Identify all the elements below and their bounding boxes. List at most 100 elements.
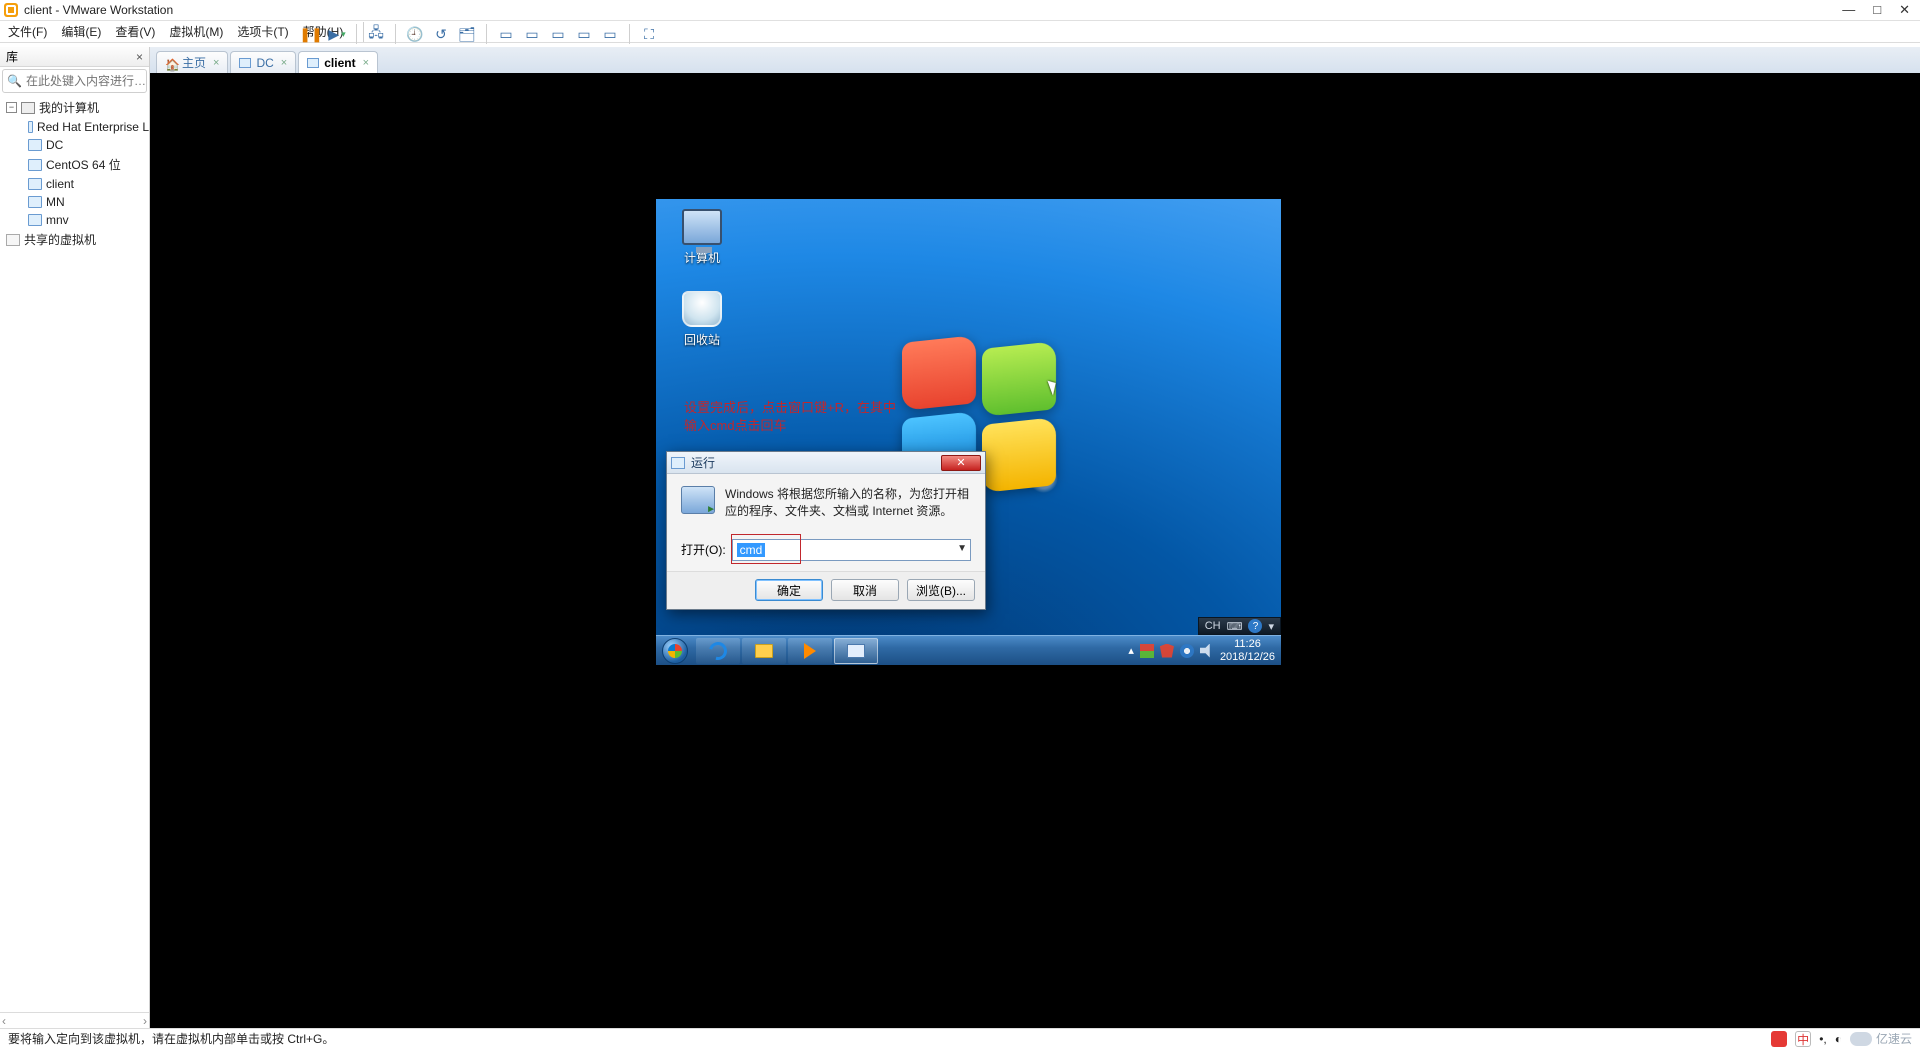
sidebar-close-button[interactable]: × (136, 50, 143, 64)
open-value: cmd (737, 543, 766, 557)
tree-item-redhat[interactable]: Red Hat Enterprise L (26, 118, 149, 136)
host-statusbar: 要将输入定向到该虚拟机，请在虚拟机内部单击或按 Ctrl+G。 中 •, ◐ 亿… (0, 1028, 1920, 1048)
fullscreen-button[interactable]: ⛶ (638, 23, 660, 45)
ok-button[interactable]: 确定 (755, 579, 823, 601)
tree-shared-vms[interactable]: 共享的虚拟机 (4, 229, 149, 250)
langbar-options-icon[interactable]: ▾ (1268, 620, 1274, 633)
taskbar-ie[interactable] (696, 638, 740, 664)
snapshot-manager-button[interactable]: 🗂 (456, 23, 478, 45)
desktop-icon-computer[interactable]: 计算机 (672, 209, 732, 266)
run-titlebar[interactable]: 运行 ✕ (667, 452, 985, 474)
view-thumbnail-button[interactable]: ▭ (547, 23, 569, 45)
vm-viewport[interactable]: 计算机 回收站 设置完成后，点击窗口键+R，在其中输入cmd点击回车 运行 ✕ (150, 73, 1920, 1028)
home-icon: 🏠 (165, 58, 177, 68)
snapshot-revert-button[interactable]: ↺ (430, 23, 452, 45)
tree-item-label: DC (46, 138, 63, 152)
show-hidden-icons[interactable]: ▴ (1128, 644, 1134, 657)
collapse-icon[interactable]: − (6, 102, 17, 113)
tree-item-mn[interactable]: MN (26, 193, 149, 211)
minimize-button[interactable]: — (1842, 2, 1855, 18)
status-text: 要将输入定向到该虚拟机，请在虚拟机内部单击或按 Ctrl+G。 (8, 1030, 334, 1047)
taskbar-run-window[interactable] (834, 638, 878, 664)
vm-icon (239, 58, 251, 68)
taskbar-explorer[interactable] (742, 638, 786, 664)
start-orb-icon (662, 638, 688, 664)
tab-close-icon[interactable]: × (281, 57, 287, 69)
tab-close-icon[interactable]: × (363, 57, 369, 69)
ie-icon (706, 638, 731, 663)
computer-icon (21, 102, 35, 114)
vm-icon (28, 159, 42, 171)
ime-icon: ⌨ (1227, 620, 1243, 633)
view-multimon-button[interactable]: ▭ (573, 23, 595, 45)
dropdown-icon[interactable]: ▼ (957, 543, 967, 554)
vmware-logo-icon (4, 3, 18, 17)
snapshot-take-button[interactable]: 🕘 (404, 23, 426, 45)
view-unity-button[interactable]: ▭ (599, 23, 621, 45)
security-icon[interactable] (1160, 644, 1174, 658)
run-icon (671, 457, 685, 469)
sidebar-title: 库 (6, 48, 18, 65)
action-center-icon[interactable] (1140, 644, 1154, 658)
tab-label: client (324, 56, 355, 70)
tab-client[interactable]: client × (298, 51, 378, 73)
cancel-button[interactable]: 取消 (831, 579, 899, 601)
maximize-button[interactable]: □ (1873, 2, 1881, 18)
langbar-label: CH (1205, 620, 1221, 632)
tree-shared-label: 共享的虚拟机 (24, 231, 96, 248)
watermark: 亿速云 (1850, 1030, 1912, 1047)
run-message: Windows 将根据您所输入的名称，为您打开相应的程序、文件夹、文档或 Int… (725, 486, 971, 521)
run-close-button[interactable]: ✕ (941, 455, 981, 471)
ime-punct-icon[interactable]: •, (1819, 1032, 1827, 1046)
tree-item-client[interactable]: client (26, 175, 149, 193)
tab-label: DC (256, 56, 273, 70)
tree-item-label: mnv (46, 213, 69, 227)
browse-button[interactable]: 浏览(B)... (907, 579, 975, 601)
tray-clock[interactable]: 11:26 2018/12/26 (1220, 638, 1275, 663)
open-combobox[interactable]: cmd ▼ (732, 539, 971, 561)
close-button[interactable]: ✕ (1899, 2, 1910, 18)
vm-icon (28, 178, 42, 190)
tab-strip: 🏠 主页 × DC × client × (150, 47, 1920, 73)
tree-item-label: Red Hat Enterprise L (37, 120, 149, 134)
tree-root-my-computer[interactable]: − 我的计算机 (4, 97, 149, 118)
recycle-bin-icon (682, 291, 722, 327)
vm-icon (28, 196, 42, 208)
tab-dc[interactable]: DC × (230, 51, 296, 73)
volume-icon[interactable] (1200, 644, 1214, 658)
computer-icon (682, 209, 722, 245)
view-console-button[interactable]: ▭ (521, 23, 543, 45)
guest-screen[interactable]: 计算机 回收站 设置完成后，点击窗口键+R，在其中输入cmd点击回车 运行 ✕ (656, 199, 1281, 665)
shared-icon (6, 234, 20, 246)
clock-time: 11:26 (1220, 638, 1275, 651)
ime-lang-button[interactable]: 中 (1795, 1031, 1811, 1047)
suspend-button[interactable]: ❚❚ (300, 23, 322, 45)
tab-close-icon[interactable]: × (213, 57, 219, 69)
ime-indicator-icon[interactable] (1771, 1031, 1787, 1047)
taskbar-mediaplayer[interactable] (788, 638, 832, 664)
tree-item-label: CentOS 64 位 (46, 156, 121, 173)
cloud-icon (1850, 1032, 1872, 1046)
power-dropdown[interactable]: ▶ (326, 23, 348, 45)
tree-item-mnv[interactable]: mnv (26, 211, 149, 229)
tree-item-centos[interactable]: CentOS 64 位 (26, 154, 149, 175)
help-icon[interactable]: ? (1248, 619, 1262, 633)
folder-icon (755, 644, 773, 658)
language-bar[interactable]: CH ⌨ ? ▾ (1198, 617, 1281, 635)
tab-home[interactable]: 🏠 主页 × (156, 51, 228, 73)
desktop-icon-recycle[interactable]: 回收站 (672, 291, 732, 348)
start-button[interactable] (656, 636, 694, 666)
vm-pane: 🏠 主页 × DC × client × (150, 47, 1920, 1028)
desktop-icon-label: 回收站 (672, 331, 732, 348)
sidebar-search[interactable]: 🔍 (2, 69, 147, 93)
tree-item-dc[interactable]: DC (26, 136, 149, 154)
network-icon[interactable] (1180, 644, 1194, 658)
tree-item-label: MN (46, 195, 65, 209)
sidebar-hscroll[interactable]: ‹› (0, 1012, 149, 1028)
tab-label: 主页 (182, 54, 206, 71)
send-cad-button[interactable]: 🖧 (365, 23, 387, 45)
clock-date: 2018/12/26 (1220, 651, 1275, 664)
toolbar: ❚❚ ▶ 🖧 🕘 ↺ 🗂 ▭ ▭ ▭ ▭ ▭ ⛶ (0, 21, 1920, 47)
view-fit-button[interactable]: ▭ (495, 23, 517, 45)
ime-width-icon[interactable]: ◐ (1835, 1032, 1842, 1046)
